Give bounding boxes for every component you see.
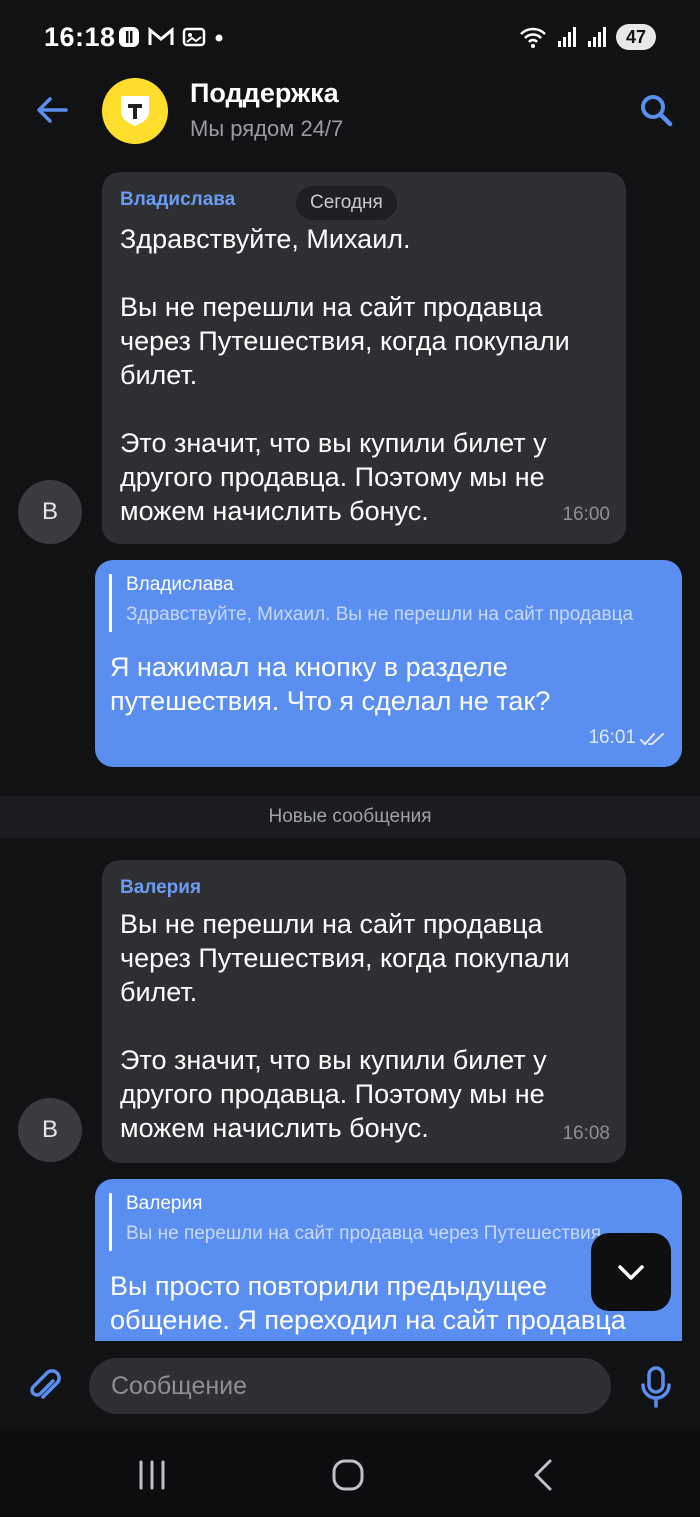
scroll-to-bottom-button[interactable]: [591, 1233, 671, 1311]
signal-icon-2: [588, 27, 606, 47]
message-sender: Валерия: [120, 877, 202, 898]
signal-icon: [558, 27, 576, 47]
message-time: 16:08: [562, 1123, 610, 1144]
reply-quote-text: Здравствуйте, Михаил. Вы не перешли на с…: [126, 604, 634, 625]
reply-quote-name: Владислава: [126, 574, 234, 595]
battery-indicator: 47: [616, 24, 656, 50]
chat-subtitle: Мы рядом 24/7: [190, 116, 344, 141]
double-check-icon: [640, 733, 664, 746]
notification-icons: [118, 26, 224, 48]
back-chevron-icon: [534, 1459, 552, 1491]
date-chip: Сегодня: [296, 186, 397, 220]
message-input[interactable]: [89, 1358, 611, 1414]
message-time: 16:00: [562, 504, 610, 525]
voice-message-button[interactable]: [638, 1366, 674, 1408]
chat-title[interactable]: Поддержка: [190, 78, 339, 109]
status-time: 16:18: [44, 22, 116, 52]
reply-quote-name: Валерия: [126, 1193, 203, 1214]
recent-apps-button[interactable]: [134, 1457, 170, 1493]
new-messages-divider: Новые сообщения: [0, 796, 700, 838]
message-text: Я нажимал на кнопку в разделе путешестви…: [110, 652, 551, 716]
gallery-icon: [182, 27, 206, 47]
paperclip-icon: [30, 1369, 61, 1399]
home-icon: [332, 1459, 364, 1491]
chat-avatar[interactable]: [102, 78, 168, 144]
bank-logo-icon: [121, 96, 149, 126]
reply-quote-text: Вы не перешли на сайт продавца через Пут…: [126, 1223, 602, 1244]
status-indicators: 47: [518, 24, 656, 50]
wifi-icon: [520, 27, 546, 48]
search-icon: [641, 95, 673, 127]
message-time: 16:01: [588, 727, 636, 748]
dot-icon: [215, 34, 223, 42]
message-sender: Владислава: [120, 189, 236, 210]
message-text: Вы не перешли на сайт продавца через Пут…: [120, 909, 570, 1143]
system-back-button[interactable]: [526, 1457, 562, 1493]
reply-quote[interactable]: Валерия Вы не перешли на сайт продавца ч…: [109, 1193, 606, 1251]
home-button[interactable]: [330, 1457, 366, 1493]
sender-avatar[interactable]: В: [18, 480, 82, 544]
app-notif-icon: [119, 27, 139, 47]
gmail-icon: [148, 26, 174, 45]
attach-button[interactable]: [26, 1367, 66, 1407]
chevron-down-icon: [618, 1265, 644, 1280]
back-button[interactable]: [34, 92, 70, 128]
arrow-left-icon: [37, 97, 68, 123]
search-button[interactable]: [638, 92, 674, 128]
message-text: Здравствуйте, Михаил. Вы не перешли на с…: [120, 224, 570, 526]
reply-quote[interactable]: Владислава Здравствуйте, Михаил. Вы не п…: [109, 574, 666, 632]
sender-avatar[interactable]: В: [18, 1098, 82, 1162]
recent-apps-icon: [139, 1460, 165, 1490]
message-bubble-incoming[interactable]: Валерия Вы не перешли на сайт продавца ч…: [102, 860, 626, 1163]
microphone-icon: [641, 1366, 671, 1408]
message-text: Вы просто повторили предыдущее общение. …: [110, 1271, 626, 1335]
message-bubble-outgoing[interactable]: Владислава Здравствуйте, Михаил. Вы не п…: [95, 560, 682, 767]
message-bubble-incoming[interactable]: Владислава Здравствуйте, Михаил. Вы не п…: [102, 172, 626, 544]
